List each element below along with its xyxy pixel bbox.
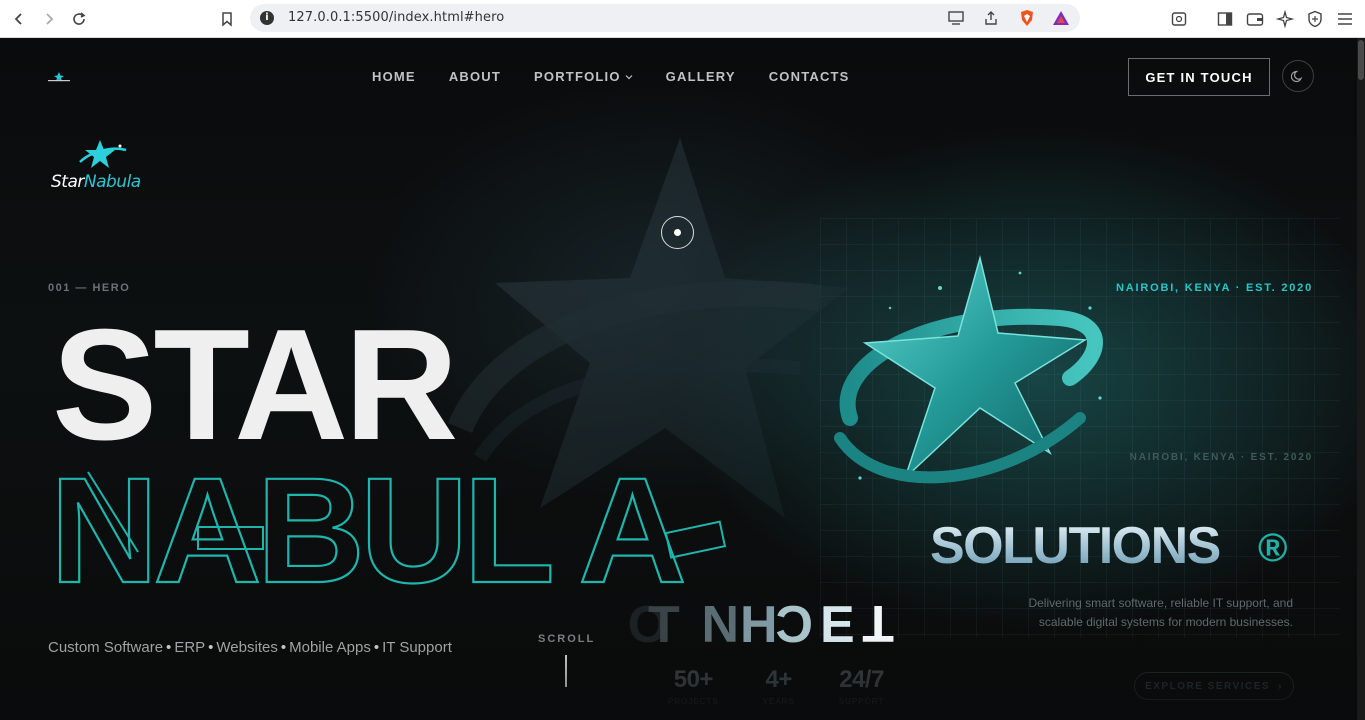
page-scrollbar[interactable] (1357, 38, 1365, 720)
stat-label: SUPPORT (838, 697, 885, 706)
address-bar[interactable]: i 127.0.0.1:5500/index.html#hero (250, 4, 1080, 32)
separator-dot: • (208, 639, 214, 656)
stat-support: 24/7 SUPPORT (839, 666, 885, 706)
service-item: Custom Software (48, 639, 164, 656)
svg-text:T: T (862, 594, 894, 652)
registered-mark: ® (1258, 526, 1288, 570)
star-emblem-icon (834, 255, 1103, 484)
share-icon[interactable] (980, 7, 1002, 29)
nav-home[interactable]: HOME (372, 69, 416, 84)
bookmark-icon[interactable] (216, 8, 238, 30)
location-label: NAIROBI, KENYA · EST. 2020 (1116, 282, 1313, 294)
stat-label: PROJECTS (668, 697, 719, 706)
back-icon[interactable] (8, 8, 30, 30)
wallet-icon[interactable] (1244, 8, 1266, 30)
header-logo-icon[interactable] (48, 72, 70, 82)
nav-about[interactable]: ABOUT (449, 69, 501, 84)
custom-cursor (661, 216, 694, 249)
stat-value: 24/7 (839, 666, 884, 693)
location-label-echo: NAIROBI, KENYA · EST. 2020 (1129, 452, 1313, 463)
separator-dot: • (166, 639, 172, 656)
stat-years: 4+ YEARS (763, 666, 795, 706)
separator-dot: • (280, 639, 287, 656)
menu-icon[interactable] (1334, 8, 1356, 30)
solutions-heading: SOLUTIONS (930, 517, 1221, 575)
sidebar-icon[interactable] (1214, 8, 1236, 30)
svg-text:C: C (775, 596, 813, 652)
scrollbar-thumb[interactable] (1358, 40, 1364, 80)
stats-row: 50+ PROJECTS 4+ YEARS 24/7 SUPPORT (668, 666, 884, 706)
main-navigation: HOME ABOUT PORTFOLIO GALLERY CONTACTS (372, 69, 883, 84)
arrow-right-icon: › (1278, 680, 1283, 692)
explore-services-label: EXPLORE SERVICES (1145, 680, 1271, 692)
moon-icon (1291, 70, 1303, 83)
scroll-label: SCROLL (538, 633, 596, 645)
service-item: Mobile Apps (289, 639, 371, 656)
hero-description: Delivering smart software, reliable IT s… (1028, 596, 1293, 629)
stat-projects: 50+ PROJECTS (668, 666, 719, 706)
svg-text:N: N (701, 594, 739, 652)
stat-value: 50+ (673, 666, 714, 693)
section-tag: 001 — HERO (48, 282, 131, 294)
logo-text-accent: Nabula (83, 172, 141, 192)
service-item: IT Support (382, 639, 452, 656)
hero-title-line2: NABUL A (49, 452, 727, 602)
vpn-icon[interactable] (1304, 8, 1326, 30)
reader-mode-icon[interactable] (1168, 8, 1190, 30)
logo-text-main: Star (51, 172, 84, 192)
browser-toolbar: i 127.0.0.1:5500/index.html#hero (0, 0, 1365, 38)
svg-text:T: T (648, 596, 680, 652)
separator-dot: • (373, 639, 380, 656)
nav-portfolio-label: PORTFOLIO (534, 69, 621, 84)
hero-section: HOME ABOUT PORTFOLIO GALLERY CONTACTS GE… (0, 38, 1357, 720)
svg-text:H: H (740, 596, 778, 652)
brave-shields-icon[interactable] (1016, 7, 1038, 29)
forward-icon[interactable] (38, 8, 60, 30)
theme-toggle-button[interactable] (1282, 60, 1314, 92)
explore-services-button[interactable]: EXPLORE SERVICES › (1134, 672, 1294, 700)
stat-value: 4+ (765, 666, 793, 693)
brand-logo-text: StarNabula (51, 172, 141, 192)
brave-rewards-icon[interactable] (1050, 7, 1072, 29)
hero-title-outline: NABUL A (50, 452, 683, 602)
leo-ai-icon[interactable] (1274, 8, 1296, 30)
services-list: Custom Software • ERP • Websites • Mobile Apps… (48, 639, 452, 656)
service-item: ERP (174, 639, 206, 656)
get-in-touch-button[interactable]: GET IN TOUCH (1128, 58, 1270, 96)
url-text: 127.0.0.1:5500/index.html#hero (288, 10, 505, 25)
site-info-icon[interactable]: i (260, 11, 274, 25)
hero-title-line1: STAR (52, 297, 458, 473)
stat-label: YEARS (762, 697, 795, 706)
chevron-down-icon (625, 74, 633, 79)
nav-gallery[interactable]: GALLERY (666, 69, 736, 84)
service-item: Websites (216, 639, 278, 656)
scroll-indicator-line[interactable] (565, 655, 567, 687)
install-app-icon[interactable] (946, 7, 968, 29)
scrambled-text-animation: O T N H C E T (628, 594, 894, 652)
reload-icon[interactable] (68, 8, 90, 30)
nav-contacts[interactable]: CONTACTS (769, 69, 850, 84)
nav-portfolio[interactable]: PORTFOLIO (534, 69, 633, 84)
svg-text:E: E (820, 596, 855, 652)
